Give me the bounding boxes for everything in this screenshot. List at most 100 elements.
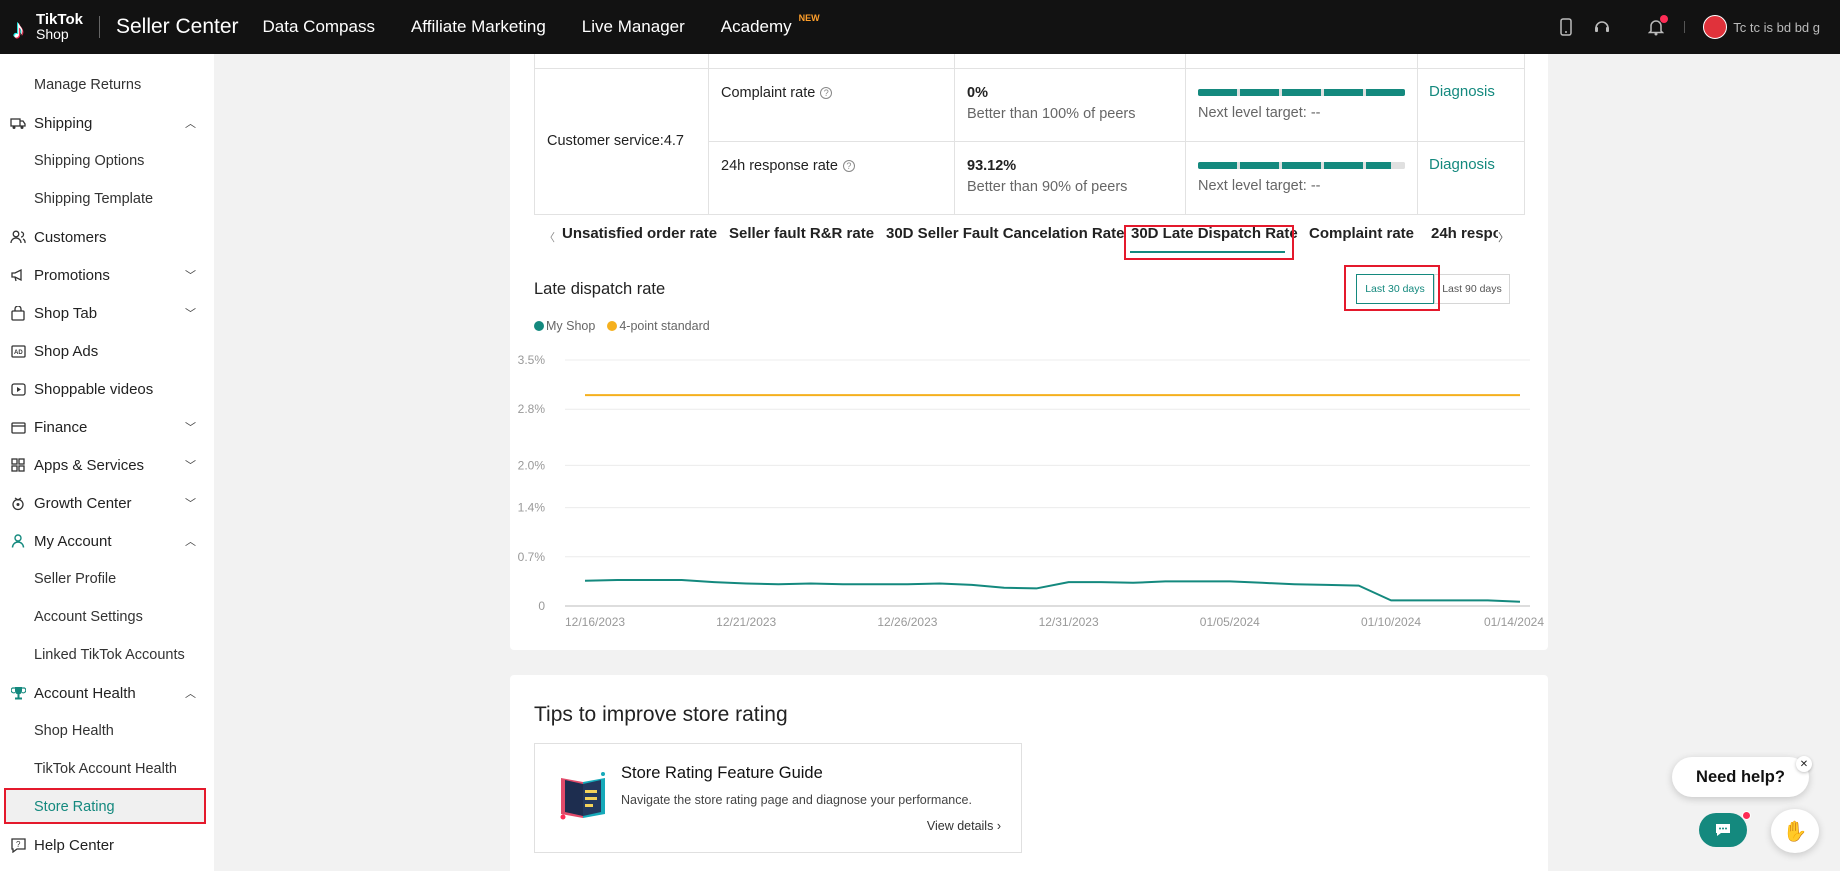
tab-seller-fault-cancelation-rate[interactable]: 30D Seller Fault Cancelation Rate <box>886 225 1124 242</box>
sidebar-item-growth-center[interactable]: Growth Center ﹀ <box>0 486 214 520</box>
x-tick-label: 01/10/2024 <box>1361 615 1421 629</box>
sidebar-item-label: Growth Center <box>34 494 132 512</box>
bell-icon[interactable] <box>1646 15 1669 37</box>
video-icon <box>10 381 26 397</box>
sidebar-item-store-rating[interactable]: Store Rating <box>34 799 115 815</box>
growth-icon <box>10 495 26 511</box>
user-name[interactable]: Tc tc is bd bd g <box>1733 20 1820 35</box>
chevron-left-icon[interactable]: 〈 <box>544 229 555 245</box>
x-tick-label: 12/16/2023 <box>565 615 625 629</box>
need-help-bubble[interactable]: Need help? <box>1672 757 1809 797</box>
nav-data-compass[interactable]: Data Compass <box>263 17 375 37</box>
diagnosis-link[interactable]: Diagnosis <box>1429 156 1495 173</box>
question-icon[interactable]: ? <box>842 159 855 172</box>
sidebar-item-customers[interactable]: Customers <box>0 220 214 254</box>
sidebar-item-label: Promotions <box>34 266 110 284</box>
guide-title: Store Rating Feature Guide <box>621 764 823 782</box>
x-tick-label: 01/05/2024 <box>1200 615 1260 629</box>
sidebar-item-account-settings[interactable]: Account Settings <box>34 609 143 625</box>
divider <box>98 16 100 38</box>
sidebar-item-finance[interactable]: Finance ﹀ <box>0 410 214 444</box>
sidebar-item-tiktok-account-health[interactable]: TikTok Account Health <box>34 761 177 777</box>
sidebar-item-shoppable-videos[interactable]: Shoppable videos <box>0 372 214 406</box>
chevron-up-icon[interactable]: ︿ <box>185 685 196 701</box>
sidebar-item-label: Finance <box>34 418 88 436</box>
headset-icon[interactable] <box>1592 17 1612 37</box>
notification-dot <box>1742 811 1751 820</box>
sidebar-item-label: Shipping <box>34 114 93 132</box>
progress-segment <box>1366 88 1405 96</box>
sidebar-item-shipping-template[interactable]: Shipping Template <box>34 191 153 207</box>
svg-text:?: ? <box>16 840 21 849</box>
sidebar-item-seller-profile[interactable]: Seller Profile <box>34 571 116 587</box>
chevron-right-icon: › <box>996 819 1001 833</box>
active-tab-highlight <box>1124 225 1294 260</box>
avatar[interactable] <box>1703 15 1728 39</box>
tab-complaint-rate[interactable]: Complaint rate <box>1309 225 1414 242</box>
sidebar-item-label: Shoppable videos <box>34 380 154 398</box>
mobile-icon[interactable] <box>1556 17 1576 37</box>
legend-4-point-standard[interactable]: 4-point standard <box>619 319 709 333</box>
next-level-target: Next level target: -- <box>1198 177 1321 194</box>
metrics-table: Customer service:4.7 Complaint rate? 0% B… <box>534 54 1525 215</box>
megaphone-icon <box>10 267 26 283</box>
guide-description: Navigate the store rating page and diagn… <box>621 793 972 807</box>
feature-guide-card[interactable]: Store Rating Feature Guide Navigate the … <box>534 743 1022 853</box>
tab-24h-response-rate[interactable]: 24h respo <box>1431 225 1502 242</box>
sidebar-item-shipping-options[interactable]: Shipping Options <box>34 153 144 169</box>
tab-seller-fault-rr-rate[interactable]: Seller fault R&R rate <box>729 225 874 242</box>
progress-segment <box>1366 161 1405 169</box>
help-icon: ? <box>10 837 26 853</box>
sidebar-item-shipping[interactable]: Shipping ︿ <box>0 106 214 140</box>
question-icon[interactable]: ? <box>820 86 833 99</box>
chevron-down-icon[interactable]: ﹀ <box>185 305 196 321</box>
chevron-up-icon[interactable]: ︿ <box>185 115 196 131</box>
sidebar-item-linked-tiktok-accounts[interactable]: Linked TikTok Accounts <box>34 647 185 663</box>
active-tab-underline <box>1130 251 1285 253</box>
chevron-down-icon[interactable]: ﹀ <box>185 419 196 435</box>
sidebar-item-label: Apps & Services <box>34 456 145 474</box>
svg-text:AD: AD <box>14 350 23 356</box>
sidebar-item-label: Account Health <box>34 684 136 702</box>
close-icon[interactable]: ✕ <box>1796 756 1812 772</box>
sidebar-item-account-health[interactable]: Account Health ︿ <box>0 676 214 710</box>
chat-button[interactable] <box>1699 811 1751 847</box>
legend-dot <box>534 321 544 331</box>
tab-unsatisfied-order-rate[interactable]: Unsatisfied order rate <box>562 225 717 242</box>
app-title[interactable]: Seller Center <box>116 15 239 39</box>
sidebar-item-promotions[interactable]: Promotions ﹀ <box>0 258 214 292</box>
wave-hand-button[interactable]: ✋ <box>1771 809 1819 853</box>
sidebar-item-label: Shop Ads <box>34 342 99 360</box>
sidebar-item-shop-ads[interactable]: AD Shop Ads <box>0 334 214 368</box>
tips-title: Tips to improve store rating <box>534 703 788 726</box>
sidebar-item-shop-health[interactable]: Shop Health <box>34 723 114 739</box>
progress-segment <box>1324 88 1363 96</box>
nav-affiliate-marketing[interactable]: Affiliate Marketing <box>411 17 546 37</box>
wallet-icon <box>10 419 26 435</box>
legend-dot <box>607 321 618 331</box>
tiktok-shop-logo[interactable]: ♪ ♪ ♪ TikTok Shop <box>10 12 83 45</box>
chevron-down-icon[interactable]: ﹀ <box>185 457 196 473</box>
wave-hand-icon: ✋ <box>1782 820 1808 843</box>
sidebar-item-manage-returns[interactable]: Manage Returns <box>34 77 141 93</box>
sidebar-item-shop-tab[interactable]: Shop Tab ﹀ <box>0 296 214 330</box>
chart-legend: My Shop 4-point standard <box>534 319 710 333</box>
metric-peer: Better than 100% of peers <box>967 105 1136 122</box>
progress-bar <box>1198 88 1405 96</box>
chevron-down-icon[interactable]: ﹀ <box>185 495 196 511</box>
nav-live-manager[interactable]: Live Manager <box>582 17 685 37</box>
chevron-right-icon[interactable]: 〉 <box>1498 229 1512 249</box>
diagnosis-link[interactable]: Diagnosis <box>1429 83 1495 100</box>
sidebar-item-apps-services[interactable]: Apps & Services ﹀ <box>0 448 214 482</box>
chevron-down-icon[interactable]: ﹀ <box>185 267 196 283</box>
y-tick-label: 0 <box>538 599 545 613</box>
sidebar-item-my-account[interactable]: My Account ︿ <box>0 524 214 558</box>
view-details-link[interactable]: View details › <box>927 819 1001 833</box>
tiktok-logo-icon: ♪ ♪ ♪ <box>11 13 26 45</box>
last-90-days-button[interactable]: Last 90 days <box>1434 274 1510 304</box>
divider <box>1684 21 1686 33</box>
legend-my-shop[interactable]: My Shop <box>546 319 595 333</box>
chevron-up-icon[interactable]: ︿ <box>185 533 196 549</box>
sidebar-item-help-center[interactable]: ? Help Center <box>0 828 214 862</box>
nav-academy[interactable]: Academy NEW <box>721 13 820 37</box>
